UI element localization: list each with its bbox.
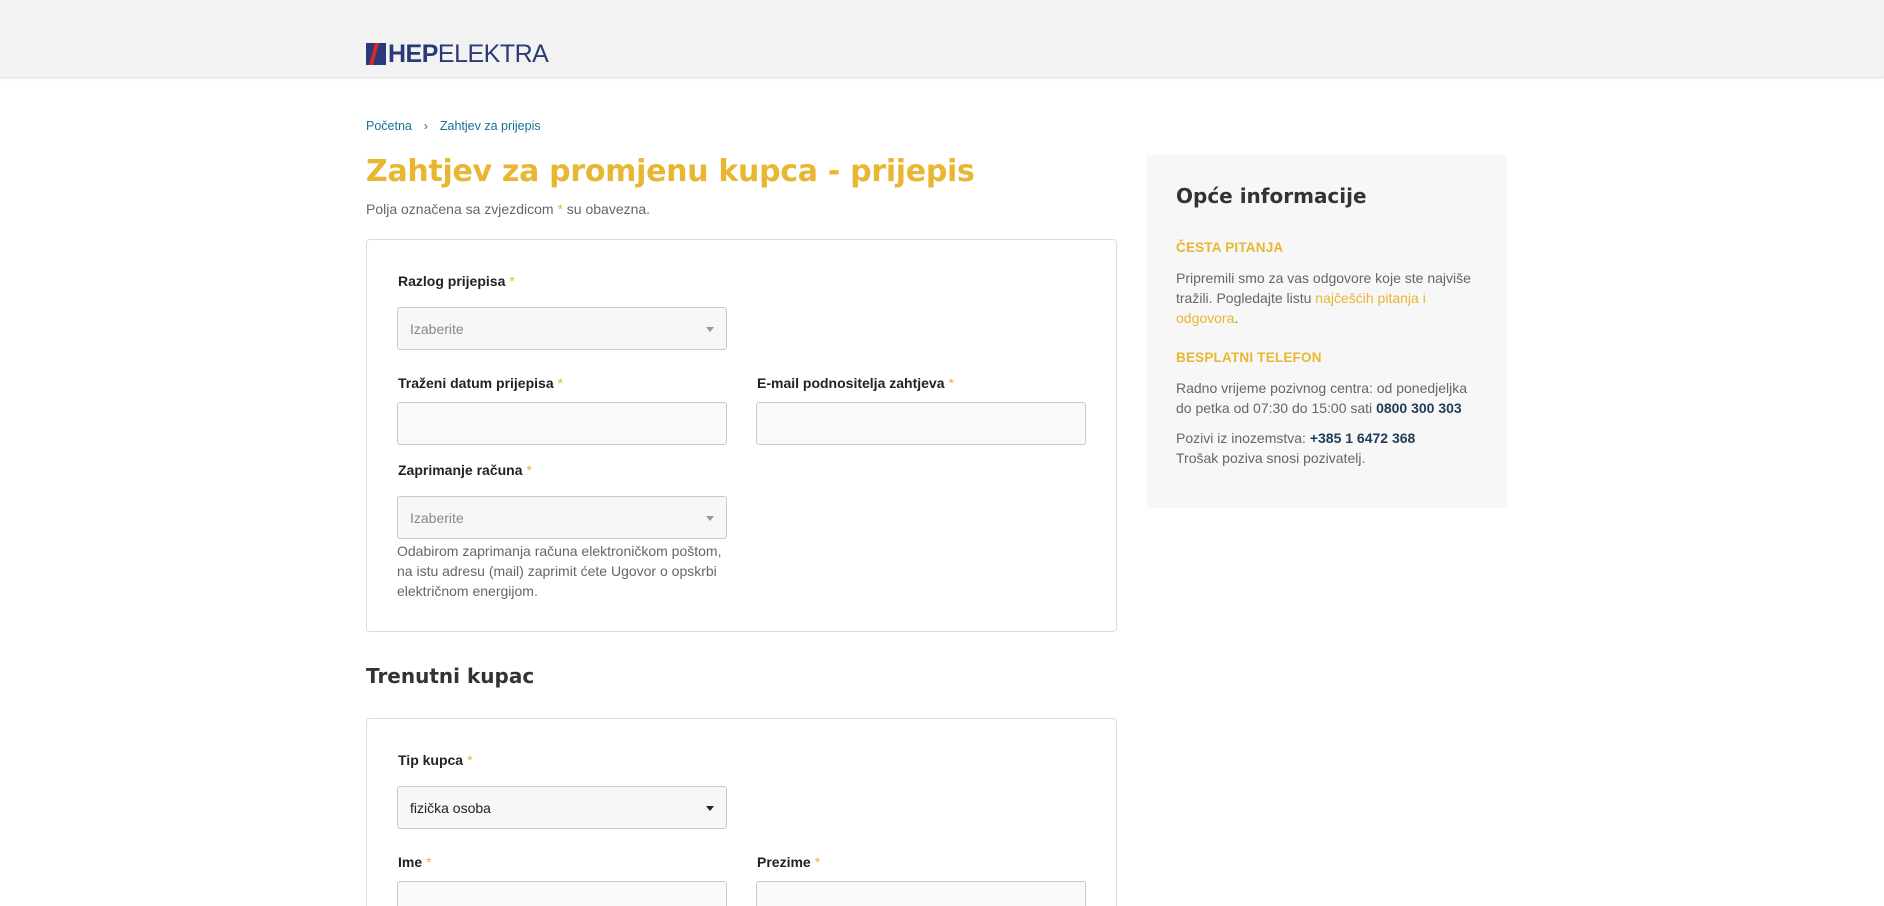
required-star: * xyxy=(557,201,563,217)
email-input[interactable] xyxy=(756,402,1086,445)
required-star: * xyxy=(814,854,821,870)
reason-select[interactable]: Izaberite xyxy=(397,307,727,350)
page-title: Zahtjev za promjenu kupca - prijepis xyxy=(366,154,975,189)
required-star: * xyxy=(557,375,564,391)
caret-down-icon xyxy=(706,516,714,521)
reason-label: Razlog prijepisa * xyxy=(398,273,515,289)
invoice-select-value: Izaberite xyxy=(410,510,464,526)
required-star: * xyxy=(509,273,515,289)
required-note-after: su obavezna. xyxy=(566,201,651,217)
last-name-input[interactable] xyxy=(756,881,1086,906)
logo-text-elektra: ELEKTRA xyxy=(437,40,549,68)
faq-text: Pripremili smo za vas odgovore koje ste … xyxy=(1176,268,1486,328)
breadcrumb-current-link[interactable]: Zahtjev za prijepis xyxy=(440,119,541,133)
last-name-label: Prezime * xyxy=(757,854,820,870)
required-star: * xyxy=(948,375,954,391)
call-cost-text: Trošak poziva snosi pozivatelj. xyxy=(1176,450,1366,466)
phone-heading: BESPLATNI TELEFON xyxy=(1176,350,1322,365)
breadcrumb: Početna › Zahtjev za prijepis xyxy=(366,119,541,133)
current-customer-card: Tip kupca * fizička osoba Ime * Prezime * xyxy=(366,718,1117,906)
general-info-sidebar: Opće informacije ČESTA PITANJA Pripremil… xyxy=(1147,155,1507,508)
first-name-label-text: Ime xyxy=(398,854,423,870)
site-header: HEP ELEKTRA xyxy=(0,0,1884,78)
request-form-card: Razlog prijepisa * Izaberite Traženi datu… xyxy=(366,239,1117,632)
date-label-text: Traženi datum prijepisa xyxy=(398,375,554,391)
section-title-current-customer: Trenutni kupac xyxy=(366,664,535,688)
date-input[interactable] xyxy=(397,402,727,445)
required-star: * xyxy=(426,854,432,870)
invoice-select[interactable]: Izaberite xyxy=(397,496,727,539)
first-name-input[interactable] xyxy=(397,881,727,906)
required-fields-note: Polja označena sa zvjezdicom * su obavez… xyxy=(366,201,650,217)
caret-down-icon xyxy=(706,806,714,811)
phone-number[interactable]: 0800 300 303 xyxy=(1376,400,1462,416)
invoice-label: Zaprimanje računa * xyxy=(398,462,532,478)
required-note-before: Polja označena sa zvjezdicom xyxy=(366,201,554,217)
last-name-label-text: Prezime xyxy=(757,854,811,870)
customer-type-label-text: Tip kupca xyxy=(398,752,464,768)
caret-down-icon xyxy=(706,327,714,332)
sidebar-title: Opće informacije xyxy=(1176,184,1367,208)
invoice-help-text: Odabirom zaprimanja računa elektroničkom… xyxy=(397,543,722,599)
intl-phone-number[interactable]: +385 1 6472 368 xyxy=(1310,430,1416,446)
customer-type-label: Tip kupca * xyxy=(398,752,473,768)
required-star: * xyxy=(526,462,532,478)
hep-logo-mark-icon xyxy=(366,43,386,65)
email-label-text: E-mail podnositelja zahtjeva xyxy=(757,375,945,391)
phone-text: Radno vrijeme pozivnog centra: od ponedj… xyxy=(1176,378,1486,418)
date-label: Traženi datum prijepisa * xyxy=(398,375,563,391)
faq-text-end: . xyxy=(1234,310,1239,326)
faq-heading: ČESTA PITANJA xyxy=(1176,240,1284,255)
intl-text: Pozivi iz inozemstva: xyxy=(1176,430,1306,446)
reason-select-value: Izaberite xyxy=(410,321,464,337)
customer-type-select[interactable]: fizička osoba xyxy=(397,786,727,829)
email-label: E-mail podnositelja zahtjeva * xyxy=(757,375,954,391)
first-name-label: Ime * xyxy=(398,854,432,870)
invoice-label-text: Zaprimanje računa xyxy=(398,462,523,478)
required-star: * xyxy=(467,752,473,768)
chevron-right-icon: › xyxy=(423,119,428,133)
reason-label-text: Razlog prijepisa xyxy=(398,273,506,289)
hep-elektra-logo[interactable]: HEP ELEKTRA xyxy=(366,40,549,68)
breadcrumb-home-link[interactable]: Početna xyxy=(366,119,412,133)
logo-text-hep: HEP xyxy=(388,40,438,68)
intl-call-text: Pozivi iz inozemstva: +385 1 6472 368 Tr… xyxy=(1176,428,1486,468)
customer-type-select-value: fizička osoba xyxy=(410,800,491,816)
